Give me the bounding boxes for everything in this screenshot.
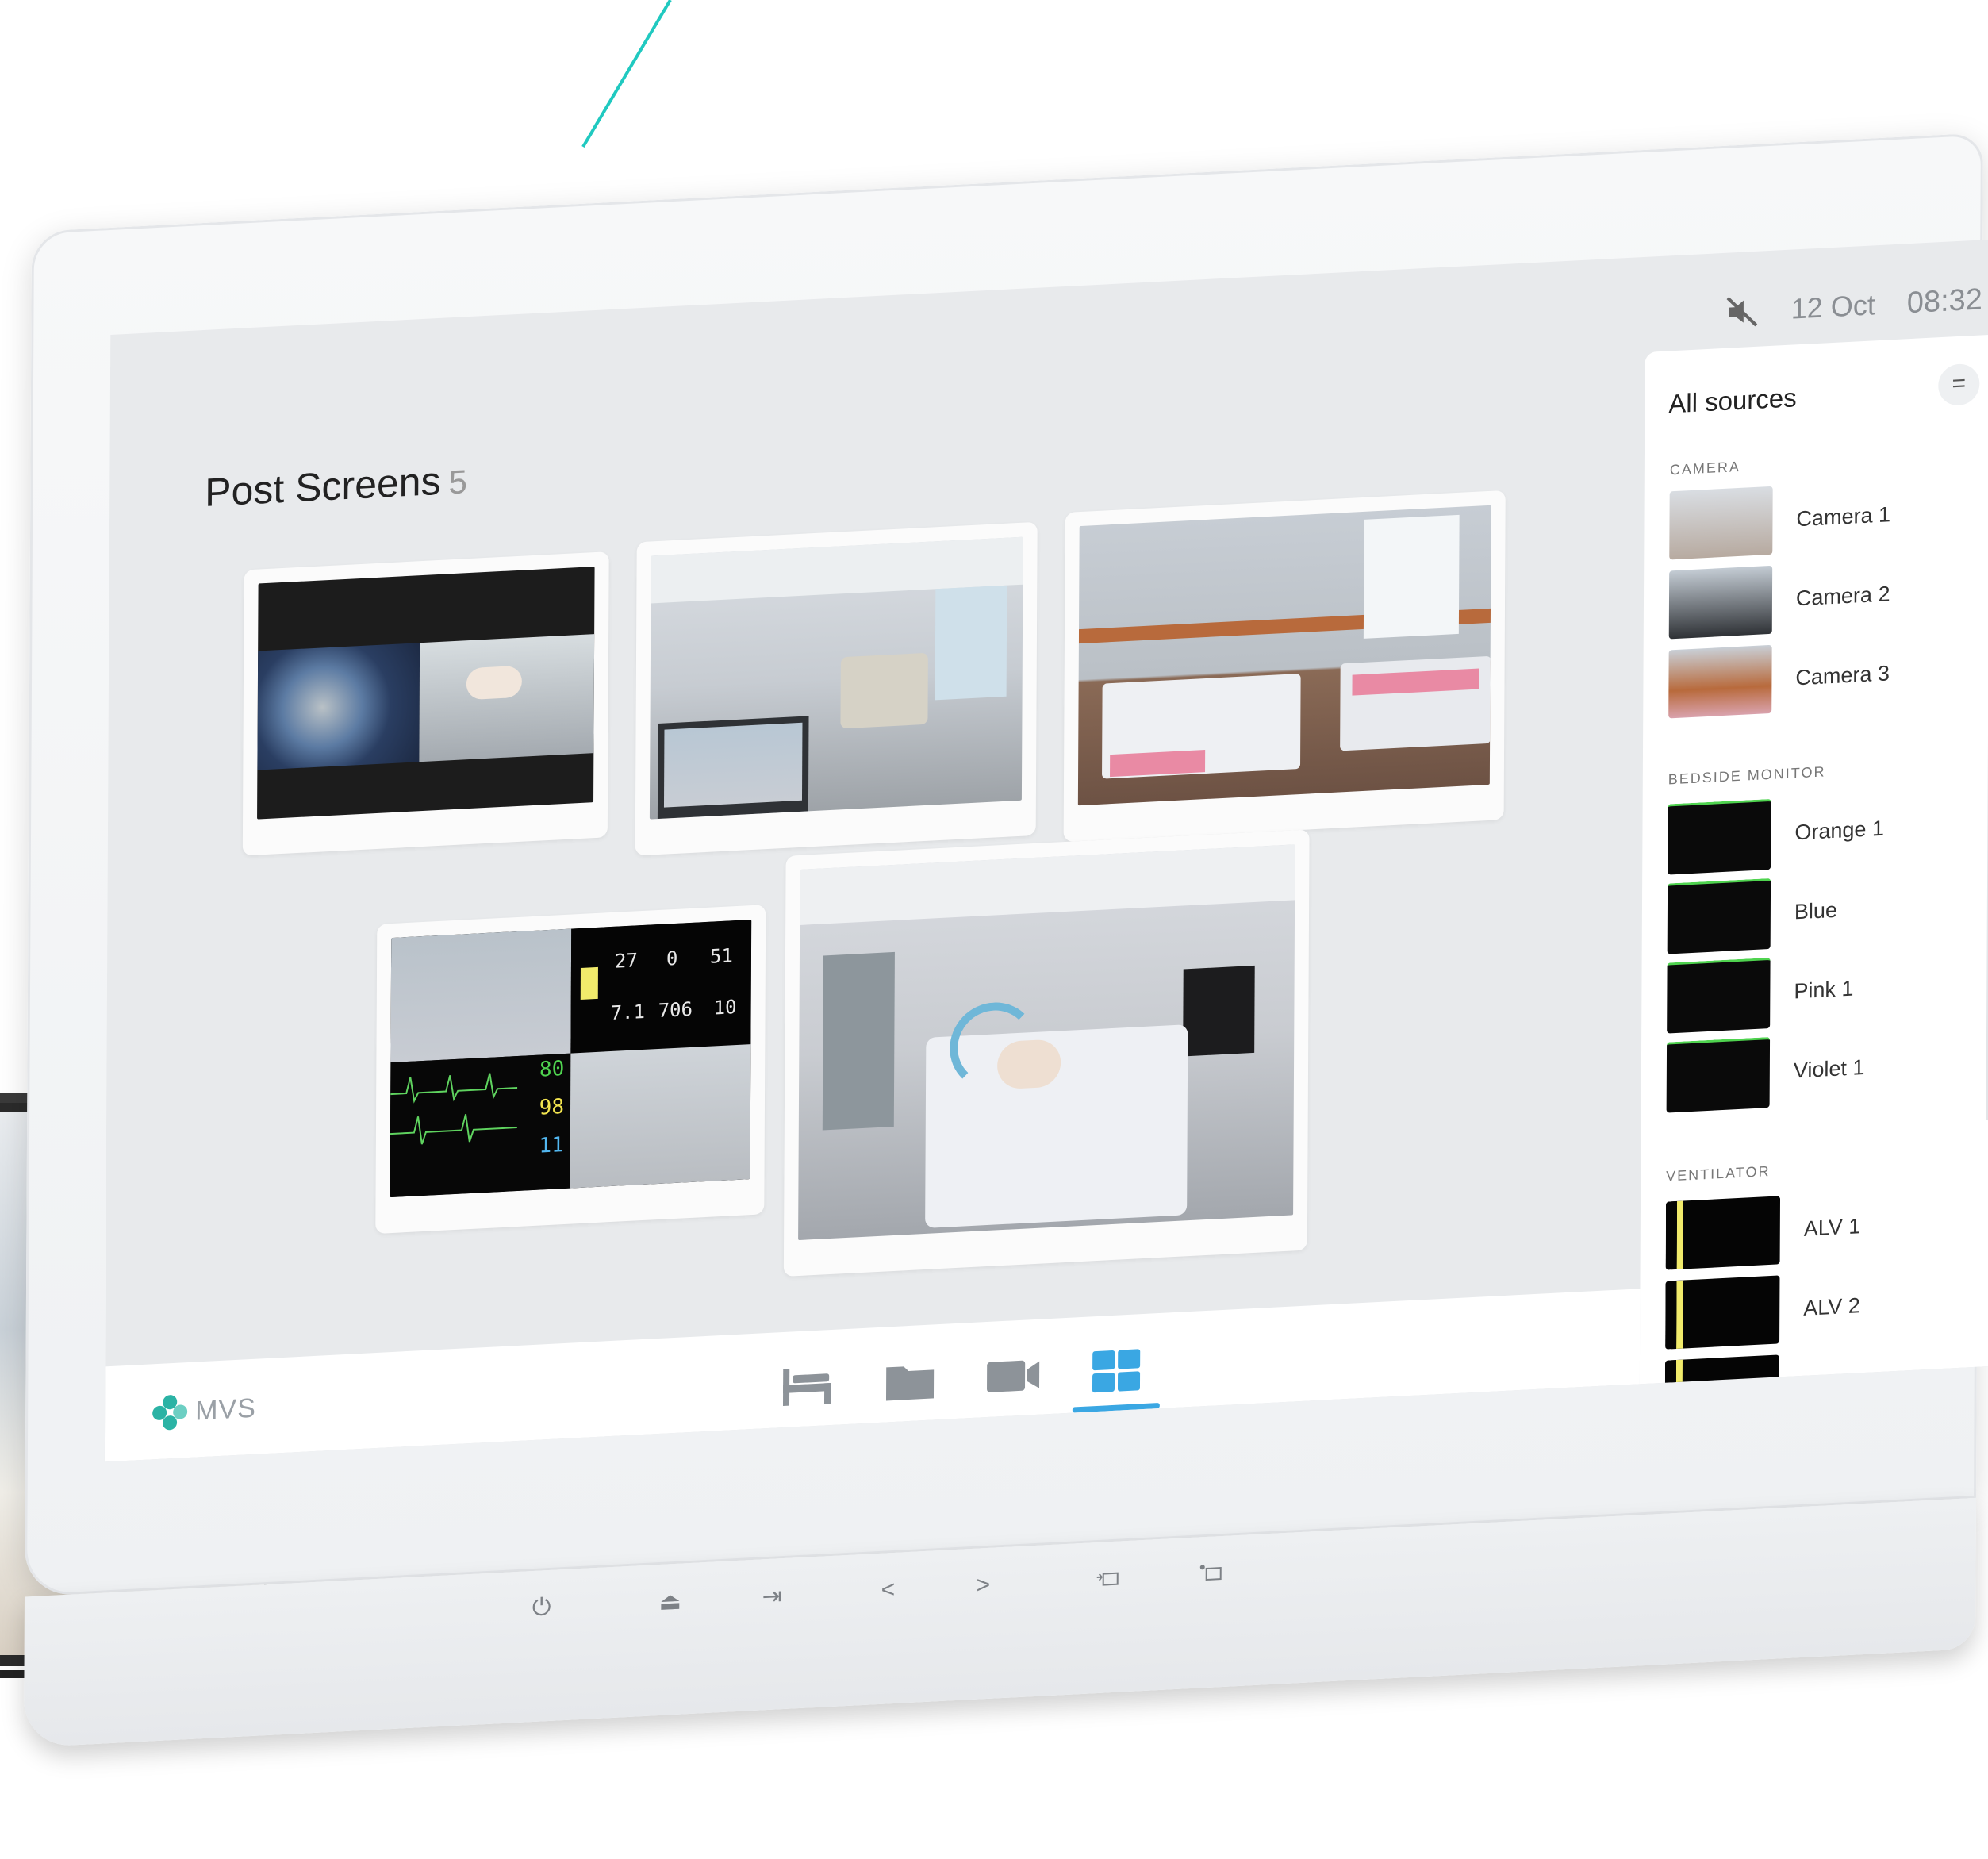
tile-3-image bbox=[1077, 505, 1491, 806]
nav-beds[interactable] bbox=[763, 1345, 851, 1429]
source-camera-1[interactable]: Camera 1 bbox=[1669, 478, 1890, 561]
app-screen: 12 Oct 08:32 Post Screens 5 27 0 51 7.1 … bbox=[104, 238, 1988, 1462]
source-label: ALV 3 bbox=[1802, 1372, 1860, 1400]
status-time: 08:32 bbox=[1906, 282, 1982, 320]
sources-sidebar: All sources = CAMERA Camera 1 Camera 2 C… bbox=[1639, 334, 1988, 1429]
display-b-button[interactable] bbox=[1199, 1560, 1226, 1591]
prev-button[interactable]: < bbox=[881, 1577, 896, 1604]
source-thumbnail bbox=[1665, 1196, 1781, 1270]
tile-4-readout-d: 7.1 bbox=[610, 1000, 646, 1025]
nav-cameras[interactable] bbox=[969, 1335, 1057, 1419]
source-alv-3[interactable]: ALV 3 bbox=[1664, 1349, 1860, 1430]
source-thumbnail bbox=[1665, 1275, 1780, 1350]
tile-5-image bbox=[798, 844, 1295, 1241]
page-title-count: 5 bbox=[448, 463, 468, 501]
source-thumbnail bbox=[1667, 957, 1771, 1034]
display-a-button[interactable] bbox=[1096, 1565, 1123, 1596]
grid-icon bbox=[1092, 1349, 1141, 1393]
section-camera-label: CAMERA bbox=[1669, 458, 1740, 478]
source-thumbnail bbox=[1668, 644, 1772, 719]
brand-logo: MVS bbox=[152, 1391, 256, 1431]
source-alv-2[interactable]: ALV 2 bbox=[1665, 1269, 1860, 1350]
source-thumbnail bbox=[1668, 798, 1771, 875]
source-orange-1[interactable]: Orange 1 bbox=[1668, 793, 1884, 875]
input-button[interactable]: ⇥ bbox=[762, 1582, 782, 1611]
screen-tile-1[interactable] bbox=[242, 551, 609, 856]
tile-2-image bbox=[649, 536, 1023, 820]
nav-post-screens[interactable] bbox=[1073, 1329, 1161, 1413]
source-thumbnail bbox=[1666, 1036, 1771, 1113]
logo-text: MVS bbox=[195, 1392, 256, 1427]
mute-icon[interactable] bbox=[1725, 294, 1760, 330]
tile-4-readout-a: 27 bbox=[614, 949, 638, 973]
page-title: Post Screens 5 bbox=[205, 456, 467, 516]
tile-4-hr: 80 bbox=[539, 1056, 565, 1082]
logo-icon bbox=[152, 1394, 188, 1431]
page-title-text: Post Screens bbox=[205, 458, 441, 515]
nav-files[interactable] bbox=[866, 1339, 954, 1423]
camera-icon bbox=[987, 1360, 1040, 1392]
source-camera-3[interactable]: Camera 3 bbox=[1668, 637, 1890, 720]
folder-icon bbox=[885, 1366, 935, 1401]
source-label: Camera 1 bbox=[1796, 501, 1891, 531]
tile-4-spo2: 98 bbox=[539, 1094, 565, 1120]
source-label: Blue bbox=[1794, 897, 1838, 924]
screen-tile-5[interactable] bbox=[783, 829, 1310, 1277]
source-pink-1[interactable]: Pink 1 bbox=[1667, 953, 1854, 1034]
display-a-icon bbox=[1096, 1572, 1119, 1586]
source-blue[interactable]: Blue bbox=[1667, 874, 1838, 954]
source-label: Pink 1 bbox=[1794, 976, 1854, 1003]
status-bar: 12 Oct 08:32 bbox=[1725, 271, 1983, 340]
bottom-navbar: MVS bbox=[104, 1289, 1641, 1462]
tile-4-rr: 11 bbox=[539, 1132, 564, 1158]
menu-icon[interactable]: = bbox=[1938, 363, 1980, 407]
section-bedside-monitor-label: BEDSIDE MONITOR bbox=[1668, 763, 1826, 788]
source-label: Camera 3 bbox=[1795, 660, 1890, 689]
monitor: 12 Oct 08:32 Post Screens 5 27 0 51 7.1 … bbox=[23, 130, 1988, 1858]
next-button[interactable]: > bbox=[977, 1572, 991, 1600]
source-label: Camera 2 bbox=[1795, 581, 1890, 610]
bed-icon bbox=[782, 1369, 831, 1407]
tile-4-readout-b: 0 bbox=[666, 947, 678, 970]
tile-4-readout-f: 10 bbox=[713, 995, 737, 1020]
eject-button[interactable]: ⏏ bbox=[659, 1588, 682, 1616]
power-button[interactable]: ⏻ bbox=[532, 1594, 551, 1622]
source-camera-2[interactable]: Camera 2 bbox=[1668, 558, 1890, 640]
source-label: ALV 1 bbox=[1803, 1213, 1861, 1241]
screen-tile-3[interactable] bbox=[1063, 490, 1506, 843]
source-thumbnail bbox=[1667, 878, 1771, 954]
section-ventilator-label: VENTILATOR bbox=[1666, 1162, 1771, 1185]
source-thumbnail bbox=[1664, 1354, 1779, 1429]
sidebar-title: All sources bbox=[1668, 382, 1797, 419]
source-label: Violet 1 bbox=[1793, 1054, 1865, 1082]
status-date: 12 Oct bbox=[1790, 288, 1875, 325]
screen-tile-2[interactable] bbox=[635, 521, 1038, 856]
monitor-bezel: 12 Oct 08:32 Post Screens 5 27 0 51 7.1 … bbox=[24, 133, 1988, 1597]
tile-4-readout-e: 706 bbox=[658, 997, 693, 1023]
source-thumbnail bbox=[1668, 565, 1773, 640]
source-label: Orange 1 bbox=[1794, 816, 1885, 844]
source-label: ALV 2 bbox=[1803, 1292, 1860, 1320]
tile-4-image: 27 0 51 7.1 706 10 80 98 11 bbox=[390, 920, 752, 1198]
display-b-icon bbox=[1199, 1565, 1222, 1581]
screen-tile-4[interactable]: 27 0 51 7.1 706 10 80 98 11 bbox=[375, 905, 766, 1235]
source-alv-1[interactable]: ALV 1 bbox=[1665, 1190, 1861, 1271]
decor-teal-line bbox=[581, 0, 672, 148]
tile-1-image bbox=[257, 567, 595, 820]
source-violet-1[interactable]: Violet 1 bbox=[1666, 1031, 1865, 1113]
tile-4-readout-c: 51 bbox=[709, 944, 733, 968]
source-thumbnail bbox=[1669, 486, 1773, 560]
